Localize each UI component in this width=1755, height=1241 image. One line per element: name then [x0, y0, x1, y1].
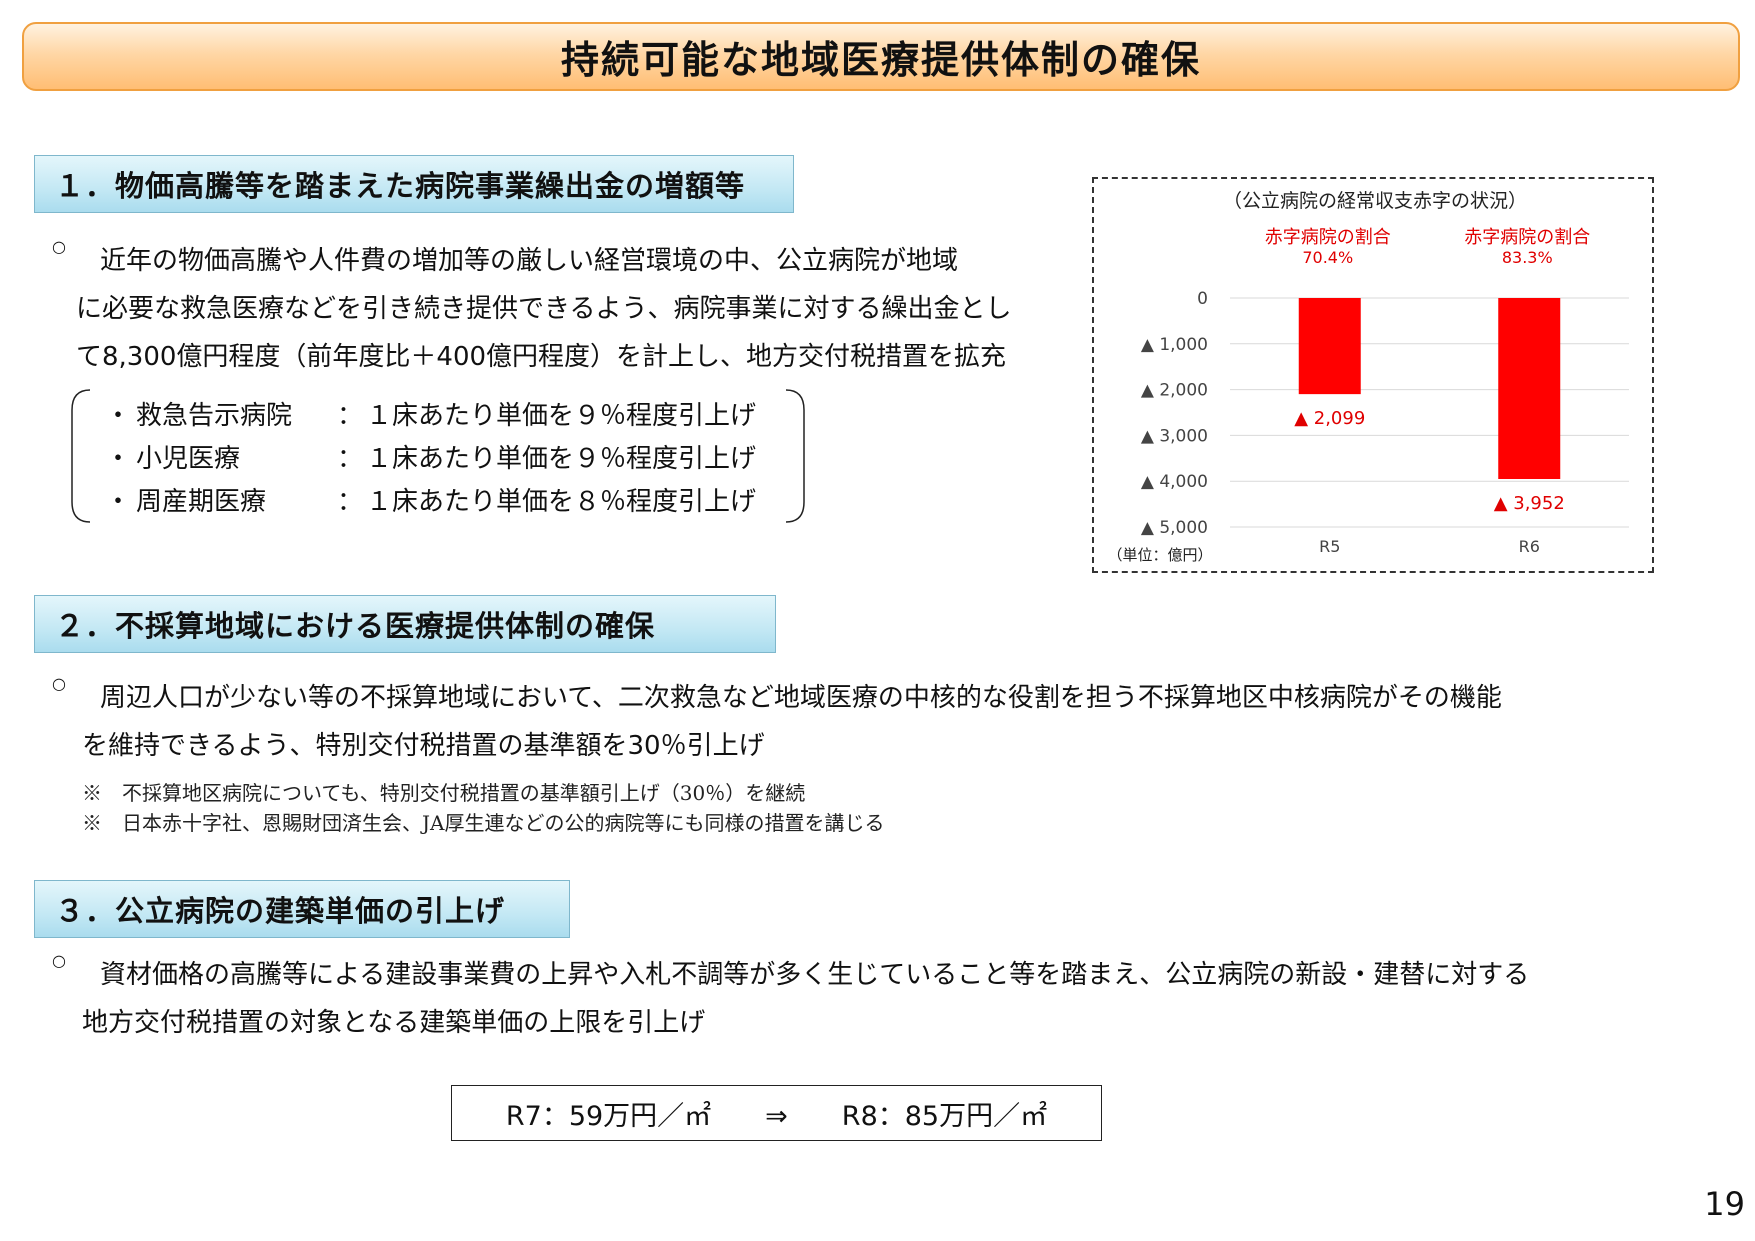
list-item: ・ 周産期医療 ： １床あたり単価を８％程度引上げ: [104, 486, 757, 517]
list-item: ・ 救急告示病院 ： １床あたり単価を９％程度引上げ: [104, 400, 757, 431]
unit-price-range-box: R7：59万円／㎡ ⇒ R8：85万円／㎡: [451, 1085, 1102, 1141]
section2-heading: ２．不採算地域における医療提供体制の確保: [34, 595, 776, 653]
list-item: ・ 小児医療 ： １床あたり単価を９％程度引上げ: [104, 443, 757, 474]
section3-bullet: ○: [52, 951, 66, 970]
deficit-chart-box: （公立病院の経常収支赤字の状況） （単位：億円） 0 ▲ 1,000 ▲ 2,000…: [1092, 177, 1654, 573]
section2-note-2: ※ 日本赤十字社、恩賜財団済生会、JA厚生連などの公的病院等にも同様の措置を講じ…: [82, 811, 885, 835]
section3-heading: ３．公立病院の建築単価の引上げ: [34, 880, 570, 938]
chart-title: （公立病院の経常収支赤字の状況）: [1223, 190, 1527, 212]
chart-ytick-label: 0: [1197, 289, 1208, 309]
section2-line-2: を維持できるよう、特別交付税措置の基準額を30％引上げ: [82, 731, 765, 761]
chart-xtick-label: R5: [1319, 537, 1340, 556]
section1-item-list: ・ 救急告示病院 ： １床あたり単価を９％程度引上げ ・ 小児医療 ： １床あた…: [100, 393, 800, 523]
chart-bar-r6: [1498, 298, 1561, 480]
chart-ytick-label: ▲ 1,000: [1141, 335, 1208, 355]
chart-bar-r5: [1298, 298, 1361, 395]
section1-line-3: て8,300億円程度（前年度比＋400億円程度）を計上し、地方交付税措置を拡充: [76, 342, 1007, 372]
section3-line-1: 資材価格の高騰等による建設事業費の上昇や入札不調等が多く生じていること等を踏まえ…: [100, 960, 1530, 990]
section1-heading: １．物価高騰等を踏まえた病院事業繰出金の増額等: [34, 155, 794, 213]
page-title-banner: 持続可能な地域医療提供体制の確保: [22, 22, 1740, 91]
section1-bullet: ○: [52, 237, 66, 256]
section1-line-2: に必要な救急医療などを引き続き提供できるよう、病院事業に対する繰出金とし: [76, 294, 1012, 324]
chart-ytick-label: ▲ 4,000: [1141, 472, 1208, 492]
chart-unit-label: （単位：億円）: [1107, 546, 1212, 564]
chart-data-label: ▲ 3,952: [1494, 493, 1565, 514]
page-number: 19: [1704, 1185, 1745, 1223]
section2-line-1: 周辺人口が少ない等の不採算地域において、二次救急など地域医療の中核的な役割を担う…: [100, 683, 1502, 713]
chart-ratio-title: 赤字病院の割合: [1464, 227, 1590, 248]
chart-data-label: ▲ 2,099: [1294, 408, 1365, 429]
chart-ratio-value: 83.3%: [1502, 248, 1553, 267]
page-title: 持続可能な地域医療提供体制の確保: [560, 38, 1201, 82]
section2-bullet: ○: [52, 674, 66, 693]
chart-ratio-title: 赤字病院の割合: [1265, 227, 1391, 248]
chart-ytick-label: ▲ 5,000: [1141, 518, 1208, 538]
unit-price-range: R7：59万円／㎡ ⇒ R8：85万円／㎡: [505, 1100, 1048, 1132]
deficit-chart: （公立病院の経常収支赤字の状況） （単位：億円） 0 ▲ 1,000 ▲ 2,000…: [1107, 190, 1629, 564]
chart-ytick-label: ▲ 3,000: [1141, 426, 1208, 446]
section3-line-2: 地方交付税措置の対象となる建築単価の上限を引上げ: [82, 1008, 706, 1038]
chart-xtick-label: R6: [1519, 537, 1540, 556]
chart-ratio-value: 70.4%: [1302, 248, 1353, 267]
section1-line-1: 近年の物価高騰や人件費の増加等の厳しい経営環境の中、公立病院が地域: [100, 246, 959, 276]
section2-note-1: ※ 不採算地区病院についても、特別交付税措置の基準額引上げ（30％）を継続: [82, 781, 806, 805]
chart-ytick-label: ▲ 2,000: [1141, 381, 1208, 401]
